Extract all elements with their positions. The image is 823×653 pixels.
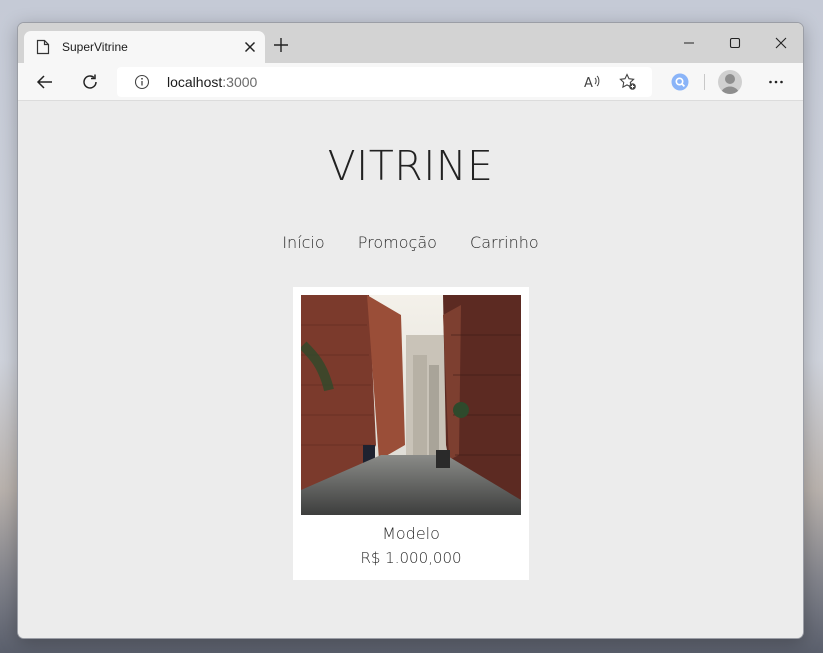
- favorites-icon[interactable]: [619, 73, 637, 95]
- page-viewport: VITRINE Início Promoção Carrinho Modelo …: [18, 102, 803, 638]
- url-text[interactable]: localhost:3000: [167, 74, 257, 90]
- back-icon[interactable]: [35, 72, 55, 92]
- nav-link-inicio[interactable]: Início: [282, 233, 324, 252]
- main-nav: Início Promoção Carrinho: [18, 233, 803, 252]
- site-title: VITRINE: [327, 142, 494, 190]
- product-image[interactable]: [301, 295, 521, 515]
- url-host: localhost: [167, 74, 223, 90]
- address-bar[interactable]: localhost:3000 A: [117, 67, 652, 97]
- profile-icon[interactable]: [718, 70, 742, 94]
- svg-text:A: A: [584, 76, 593, 91]
- nav-link-promocao[interactable]: Promoção: [358, 233, 437, 252]
- plus-icon[interactable]: [273, 37, 289, 53]
- tab-title: SuperVitrine: [62, 40, 128, 54]
- product-card[interactable]: Modelo R$ 1.000,000: [293, 287, 529, 580]
- refresh-icon[interactable]: [80, 72, 100, 92]
- url-port: :3000: [222, 74, 258, 90]
- nav-link-carrinho[interactable]: Carrinho: [470, 233, 539, 252]
- title-bar: SuperVitrine: [18, 23, 803, 63]
- browser-tab[interactable]: SuperVitrine: [24, 31, 265, 63]
- more-icon[interactable]: [766, 72, 786, 92]
- product-price: R$ 1.000,000: [360, 549, 462, 567]
- read-aloud-icon[interactable]: A: [583, 73, 601, 95]
- maximize-icon[interactable]: [725, 33, 745, 53]
- browser-toolbar: localhost:3000 A: [18, 63, 803, 101]
- minimize-icon[interactable]: [679, 33, 699, 53]
- product-name: Modelo: [382, 524, 440, 543]
- window-close-icon[interactable]: [771, 33, 791, 53]
- close-icon[interactable]: [242, 39, 258, 55]
- page-icon: [36, 39, 50, 59]
- toolbar-separator: [704, 74, 705, 90]
- info-icon[interactable]: [134, 74, 150, 94]
- extension-icon[interactable]: [670, 72, 690, 92]
- browser-window: SuperVitrine localhost:3000 A VITRINE In…: [17, 22, 804, 639]
